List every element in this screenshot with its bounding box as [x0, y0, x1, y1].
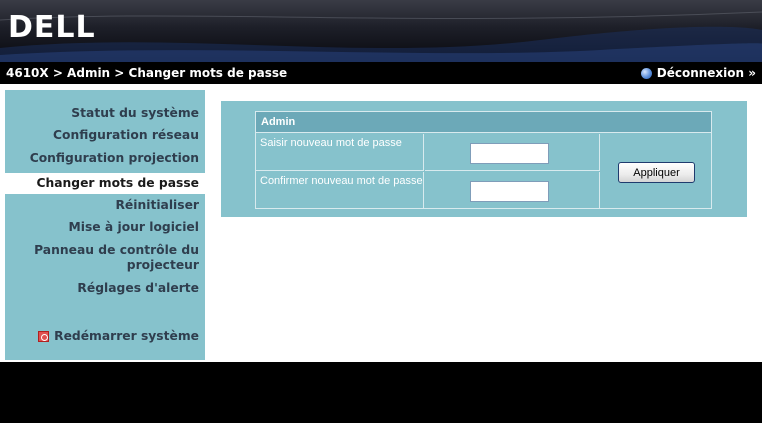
- sidebar-item-label: Changer mots de passe: [36, 176, 199, 190]
- restart-label: Redémarrer système: [54, 329, 199, 343]
- new-password-input[interactable]: [470, 143, 549, 164]
- logout-bullet-icon: [640, 67, 652, 79]
- logout-link[interactable]: Déconnexion »: [640, 66, 756, 80]
- sidebar-item-control-panel[interactable]: Panneau de contrôle du: [34, 243, 199, 258]
- sidebar: Statut du système Configuration réseau C…: [5, 90, 205, 360]
- confirm-password-input[interactable]: [470, 181, 549, 202]
- apply-button[interactable]: Appliquer: [618, 162, 695, 183]
- dell-logo: DELL: [8, 10, 96, 45]
- confirm-password-cell: [425, 172, 600, 209]
- sidebar-item-firmware-update[interactable]: Mise à jour logiciel: [69, 220, 199, 235]
- restart-system-link[interactable]: Redémarrer système: [38, 329, 199, 343]
- header-wave-graphic: [0, 11, 762, 62]
- breadcrumb-bar: 4610X > Admin > Changer mots de passe Dé…: [0, 62, 762, 84]
- sidebar-item-alert-settings[interactable]: Réglages d'alerte: [77, 281, 199, 296]
- footer-bar: [0, 362, 762, 423]
- sidebar-item-control-panel-line2[interactable]: projecteur: [127, 258, 199, 273]
- sidebar-item-reset[interactable]: Réinitialiser: [115, 198, 199, 213]
- main-panel: Admin Saisir nouveau mot de passe Confir…: [221, 101, 747, 217]
- confirm-password-label: Confirmer nouveau mot de passe: [256, 172, 424, 209]
- password-form: Admin Saisir nouveau mot de passe Confir…: [255, 111, 712, 209]
- sidebar-item-system-status[interactable]: Statut du système: [71, 106, 199, 121]
- new-password-label: Saisir nouveau mot de passe: [256, 134, 424, 171]
- header-banner: DELL: [0, 0, 762, 62]
- new-password-cell: [425, 134, 600, 171]
- sidebar-item-network-config[interactable]: Configuration réseau: [53, 128, 199, 143]
- form-header: Admin: [256, 112, 711, 133]
- breadcrumb: 4610X > Admin > Changer mots de passe: [6, 66, 288, 80]
- logout-label: Déconnexion »: [656, 66, 756, 80]
- form-title: Admin: [261, 116, 296, 128]
- power-icon: [38, 330, 50, 342]
- sidebar-item-change-password[interactable]: Changer mots de passe: [5, 173, 205, 194]
- sidebar-item-projection-config[interactable]: Configuration projection: [30, 151, 199, 166]
